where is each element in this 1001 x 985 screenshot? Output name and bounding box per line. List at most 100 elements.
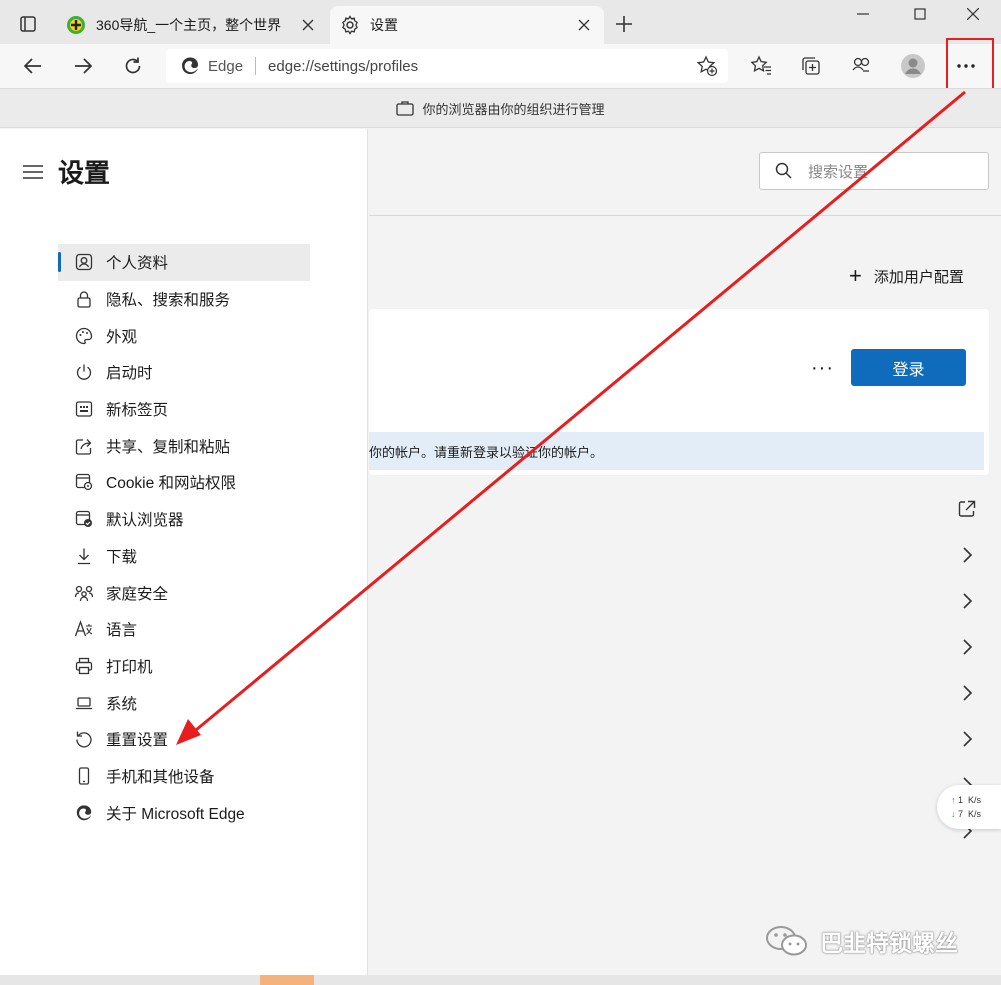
sidebar-item-startup[interactable]: 启动时 bbox=[58, 354, 310, 391]
chevron-right-icon[interactable] bbox=[959, 683, 975, 703]
new-tab-page-icon bbox=[74, 399, 94, 419]
network-speed-widget[interactable]: ↑ 1 K/s ↓ 7 K/s bbox=[937, 785, 1001, 829]
printer-icon bbox=[74, 656, 94, 676]
download-icon bbox=[74, 546, 94, 566]
site-name: Edge bbox=[208, 57, 244, 75]
plus-icon bbox=[616, 16, 632, 32]
sidebar-item-system[interactable]: 系统 bbox=[58, 684, 310, 721]
bottom-strip bbox=[0, 975, 1001, 985]
sidebar-item-phone[interactable]: 手机和其他设备 bbox=[58, 758, 310, 795]
download-arrow-icon: ↓ bbox=[951, 809, 956, 819]
sidebar-item-languages[interactable]: 语言 bbox=[58, 611, 310, 648]
add-profile-button[interactable]: + 添加用户配置 bbox=[849, 263, 964, 289]
sidebar-item-profiles[interactable]: 个人资料 bbox=[58, 244, 310, 281]
notice-text: 你的帐户。请重新登录以验证你的帐户。 bbox=[369, 444, 604, 460]
collections-button[interactable] bbox=[795, 50, 827, 82]
external-link-icon[interactable] bbox=[957, 499, 977, 519]
default-browser-icon bbox=[74, 509, 94, 529]
address-bar[interactable]: Edge edge://settings/profiles bbox=[166, 49, 728, 83]
sidebar-item-new-tab-page[interactable]: 新标签页 bbox=[58, 391, 310, 428]
close-tab-icon[interactable] bbox=[298, 15, 318, 35]
sidebar-item-label: 关于 Microsoft Edge bbox=[106, 805, 245, 823]
collections-icon bbox=[802, 57, 820, 75]
cookie-icon bbox=[74, 472, 94, 492]
tab-settings[interactable]: 设置 bbox=[330, 6, 604, 44]
sidebar-item-cookies[interactable]: Cookie 和网站权限 bbox=[58, 464, 310, 501]
sidebar-item-label: 默认浏览器 bbox=[106, 512, 184, 530]
close-window-button[interactable] bbox=[950, 0, 996, 28]
sidebar-item-label: 下载 bbox=[106, 548, 138, 566]
edge-logo-icon bbox=[74, 803, 94, 823]
arrow-left-icon bbox=[23, 58, 41, 74]
minimize-icon bbox=[857, 13, 869, 15]
download-speed: ↓ 7 K/s bbox=[951, 809, 982, 819]
sidebar-item-share[interactable]: 共享、复制和粘贴 bbox=[58, 427, 310, 464]
settings-sidebar: 设置 个人资料 隐私、搜索和服务 外观 启动时 新标签页 共享、复制和粘贴 Co… bbox=[0, 129, 368, 975]
sidebar-item-downloads[interactable]: 下载 bbox=[58, 538, 310, 575]
chevron-right-icon[interactable] bbox=[959, 591, 975, 611]
sidebar-item-label: 共享、复制和粘贴 bbox=[106, 438, 231, 456]
chevron-right-icon[interactable] bbox=[959, 729, 975, 749]
favorites-button[interactable] bbox=[745, 50, 777, 82]
lock-icon bbox=[74, 289, 94, 309]
sidebar-item-label: 打印机 bbox=[106, 658, 153, 676]
sidebar-item-about[interactable]: 关于 Microsoft Edge bbox=[58, 794, 310, 831]
sidebar-item-label: 启动时 bbox=[106, 365, 153, 383]
performance-button[interactable] bbox=[845, 50, 877, 82]
gear-icon bbox=[342, 15, 358, 35]
favorites-icon bbox=[750, 55, 771, 75]
tab-actions-button[interactable] bbox=[14, 10, 42, 38]
add-favorite-button[interactable] bbox=[694, 53, 720, 79]
settings-nav: 个人资料 隐私、搜索和服务 外观 启动时 新标签页 共享、复制和粘贴 Cooki… bbox=[58, 244, 310, 831]
maximize-button[interactable] bbox=[897, 0, 943, 28]
sidebar-item-privacy[interactable]: 隐私、搜索和服务 bbox=[58, 281, 310, 318]
watermark: 巴韭特锁螺丝 bbox=[764, 924, 958, 958]
settings-heading: 设置 bbox=[58, 158, 111, 188]
sidebar-item-label: 手机和其他设备 bbox=[106, 768, 215, 786]
sidebar-item-label: Cookie 和网站权限 bbox=[106, 475, 237, 493]
refresh-button[interactable] bbox=[117, 50, 149, 82]
sidebar-item-appearance[interactable]: 外观 bbox=[58, 317, 310, 354]
minimize-button[interactable] bbox=[840, 0, 886, 28]
star-add-icon bbox=[696, 55, 718, 77]
managed-info-bar: 你的浏览器由你的组织进行管理 bbox=[0, 88, 1001, 128]
reset-icon bbox=[74, 729, 94, 749]
url-text[interactable]: edge://settings/profiles bbox=[268, 58, 694, 75]
sidebar-item-default-browser[interactable]: 默认浏览器 bbox=[58, 501, 310, 538]
close-tab-icon[interactable] bbox=[574, 15, 594, 35]
chevron-right-icon[interactable] bbox=[959, 545, 975, 565]
toolbar: Edge edge://settings/profiles bbox=[0, 44, 1001, 88]
profile-more-button[interactable]: ··· bbox=[811, 357, 834, 380]
forward-button[interactable] bbox=[67, 50, 99, 82]
new-tab-button[interactable] bbox=[610, 12, 638, 36]
heart-pulse-icon bbox=[852, 57, 870, 72]
back-button[interactable] bbox=[17, 50, 49, 82]
search-input[interactable]: 搜索设置 bbox=[759, 152, 989, 190]
phone-icon bbox=[74, 766, 94, 786]
tab-title: 360导航_一个主页，整个世界 bbox=[96, 17, 282, 33]
wechat-icon bbox=[766, 926, 807, 956]
sidebar-item-label: 隐私、搜索和服务 bbox=[106, 292, 231, 310]
bottom-strip-accent bbox=[260, 975, 314, 985]
tab-actions-icon bbox=[20, 16, 36, 32]
profile-button[interactable] bbox=[897, 50, 929, 82]
hamburger-icon[interactable] bbox=[22, 163, 44, 181]
sidebar-item-reset[interactable]: 重置设置 bbox=[58, 721, 310, 758]
sidebar-item-family[interactable]: 家庭安全 bbox=[58, 574, 310, 611]
sidebar-item-label: 新标签页 bbox=[106, 402, 169, 420]
sidebar-item-label: 外观 bbox=[106, 328, 138, 346]
title-bar: 360导航_一个主页，整个世界 设置 bbox=[0, 0, 1001, 44]
address-separator bbox=[255, 57, 257, 75]
avatar-icon bbox=[901, 54, 925, 78]
sidebar-item-label: 语言 bbox=[106, 622, 138, 640]
plus-icon: + bbox=[849, 263, 862, 288]
more-button-highlight bbox=[946, 38, 994, 91]
tab-360-navigation[interactable]: 360导航_一个主页，整个世界 bbox=[56, 6, 328, 44]
sign-in-notice: 你的帐户。请重新登录以验证你的帐户。 bbox=[369, 432, 984, 470]
sidebar-item-printers[interactable]: 打印机 bbox=[58, 648, 310, 685]
managed-text: 你的浏览器由你的组织进行管理 bbox=[422, 101, 605, 117]
power-icon bbox=[74, 362, 94, 382]
chevron-right-icon[interactable] bbox=[959, 637, 975, 657]
sidebar-item-label: 个人资料 bbox=[106, 255, 169, 273]
login-button[interactable]: 登录 bbox=[851, 349, 966, 386]
